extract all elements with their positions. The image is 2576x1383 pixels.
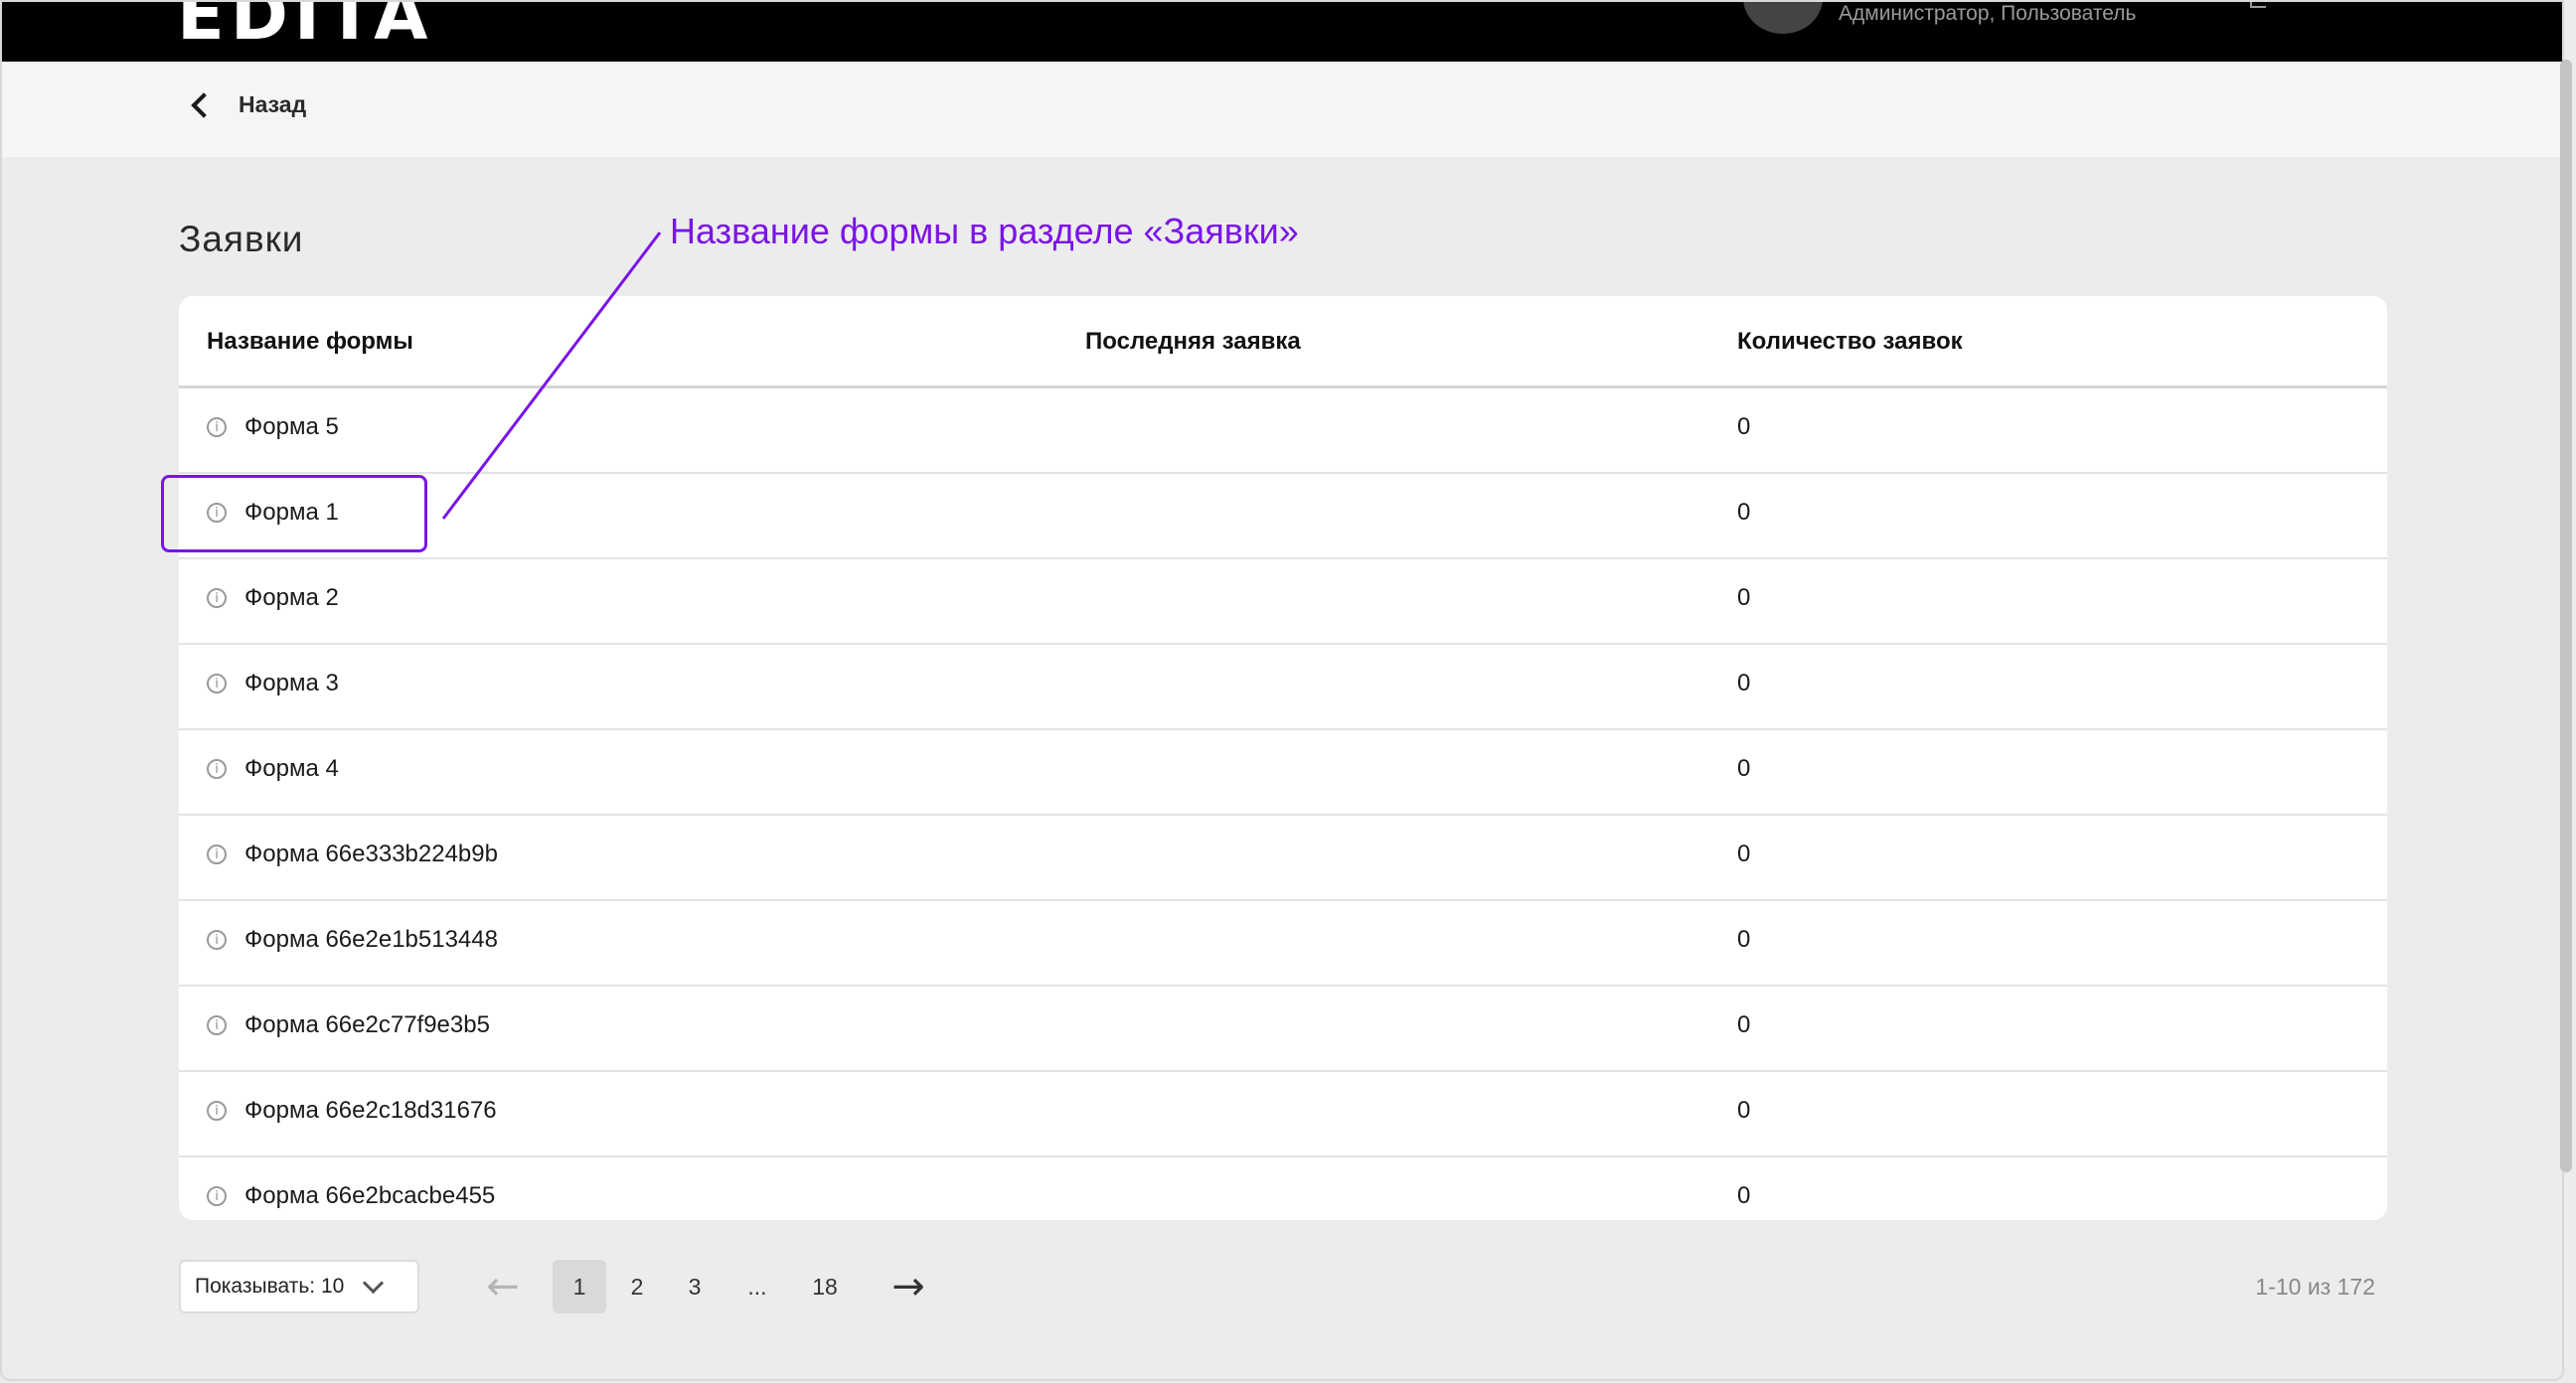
top-header: EDITA Администратор, Пользователь bbox=[2, 2, 2562, 62]
arrow-left-icon[interactable]: ← bbox=[483, 1260, 523, 1313]
chevron-down-icon bbox=[363, 1272, 385, 1294]
logout-icon[interactable] bbox=[2250, 2, 2266, 8]
arrow-right-icon[interactable]: → bbox=[888, 1260, 928, 1313]
chevron-left-icon bbox=[191, 91, 217, 118]
request-count: 0 bbox=[1737, 413, 1751, 440]
page-button-1[interactable]: 1 bbox=[553, 1260, 606, 1313]
form-name[interactable]: Форма 66e333b224b9b bbox=[244, 841, 498, 868]
column-header-form-name: Название формы bbox=[207, 328, 413, 355]
info-icon[interactable]: i bbox=[207, 1186, 227, 1206]
requests-table: Название формы Последняя заявка Количест… bbox=[179, 296, 2387, 1220]
table-row[interactable]: i Форма 66e333b224b9b 0 bbox=[179, 816, 2387, 901]
info-icon[interactable]: i bbox=[207, 674, 227, 693]
page-size-label: Показывать: 10 bbox=[195, 1275, 345, 1298]
table-header: Название формы Последняя заявка Количест… bbox=[179, 296, 2387, 388]
page-ellipsis: ... bbox=[747, 1273, 767, 1300]
table-row[interactable]: i Форма 10 bbox=[179, 474, 2387, 559]
form-name[interactable]: Форма 2 bbox=[244, 584, 339, 612]
request-count: 0 bbox=[1737, 1011, 1751, 1038]
page-button-18[interactable]: 18 bbox=[805, 1260, 845, 1313]
info-icon[interactable]: i bbox=[207, 845, 227, 864]
table-row[interactable]: i Форма 66e2c18d31676 0 bbox=[179, 1072, 2387, 1157]
page-button-3[interactable]: 3 bbox=[680, 1260, 710, 1313]
user-role: Администратор, Пользователь bbox=[1839, 2, 2137, 25]
page-title: Заявки bbox=[179, 219, 304, 259]
form-name[interactable]: Форма 66e2c18d31676 bbox=[244, 1097, 497, 1125]
form-name[interactable]: Форма 66e2bcacbe455 bbox=[244, 1182, 495, 1210]
form-name[interactable]: Форма 66e2c77f9e3b5 bbox=[244, 1011, 490, 1039]
info-icon[interactable]: i bbox=[207, 1101, 227, 1121]
column-header-request-count: Количество заявок bbox=[1737, 328, 1963, 355]
back-bar: Назад bbox=[2, 62, 2562, 157]
request-count: 0 bbox=[1737, 755, 1751, 782]
page-button-2[interactable]: 2 bbox=[622, 1260, 652, 1313]
table-row[interactable]: i Форма 66e2e1b513448 0 bbox=[179, 901, 2387, 987]
table-row[interactable]: i Форма 3 0 bbox=[179, 645, 2387, 730]
info-icon[interactable]: i bbox=[207, 1015, 227, 1035]
request-count: 0 bbox=[1737, 841, 1751, 867]
form-name-cell: i Форма 66e2bcacbe455 bbox=[207, 1182, 495, 1210]
form-name[interactable]: Форма 5 bbox=[244, 413, 339, 441]
back-button[interactable]: Назад bbox=[189, 91, 306, 118]
annotation-highlight-box bbox=[161, 475, 427, 552]
pagination-range: 1-10 из 172 bbox=[2255, 1274, 2375, 1300]
request-count: 0 bbox=[1737, 1182, 1751, 1209]
table-row[interactable]: i Форма 4 0 bbox=[179, 730, 2387, 816]
app-window: EDITA Администратор, Пользователь Назад … bbox=[0, 0, 2564, 1381]
logo: EDITA bbox=[177, 0, 434, 56]
form-name[interactable]: Форма 3 bbox=[244, 670, 339, 697]
form-name-cell: i Форма 4 bbox=[207, 755, 339, 783]
table-body: i Форма 5 0 i Форма 1 0 i Форма 2 0 i Форма 3 0 i Фор… bbox=[179, 388, 2387, 1220]
form-name-cell: i Форма 2 bbox=[207, 584, 339, 612]
request-count: 0 bbox=[1737, 1097, 1751, 1124]
form-name[interactable]: Форма 4 bbox=[244, 755, 339, 783]
info-icon[interactable]: i bbox=[207, 417, 227, 437]
request-count: 0 bbox=[1737, 926, 1751, 953]
table-row[interactable]: i Форма 66e2bcacbe455 0 bbox=[179, 1157, 2387, 1220]
form-name-cell: i Форма 66e333b224b9b bbox=[207, 841, 498, 868]
request-count: 0 bbox=[1737, 670, 1751, 696]
form-name-cell: i Форма 5 bbox=[207, 413, 339, 441]
form-name-cell: i Форма 66e2c77f9e3b5 bbox=[207, 1011, 490, 1039]
info-icon[interactable]: i bbox=[207, 930, 227, 950]
form-name-cell: i Форма 66e2c18d31676 bbox=[207, 1097, 497, 1125]
column-header-last-request: Последняя заявка bbox=[1085, 328, 1301, 355]
back-label: Назад bbox=[239, 91, 307, 117]
request-count: 0 bbox=[1737, 499, 1751, 526]
form-name[interactable]: Форма 66e2e1b513448 bbox=[244, 926, 498, 954]
table-row[interactable]: i Форма 5 0 bbox=[179, 388, 2387, 474]
scrollbar[interactable] bbox=[2560, 60, 2572, 1172]
info-icon[interactable]: i bbox=[207, 759, 227, 779]
form-name-cell: i Форма 3 bbox=[207, 670, 339, 697]
request-count: 0 bbox=[1737, 584, 1751, 611]
table-row[interactable]: i Форма 2 0 bbox=[179, 559, 2387, 645]
info-icon[interactable]: i bbox=[207, 588, 227, 608]
avatar[interactable] bbox=[1743, 2, 1823, 34]
annotation-text: Название формы в разделе «Заявки» bbox=[670, 211, 1299, 251]
form-name-cell: i Форма 66e2e1b513448 bbox=[207, 926, 498, 954]
page-size-select[interactable]: Показывать: 10 bbox=[179, 1260, 419, 1313]
table-row[interactable]: i Форма 66e2c77f9e3b5 0 bbox=[179, 987, 2387, 1072]
